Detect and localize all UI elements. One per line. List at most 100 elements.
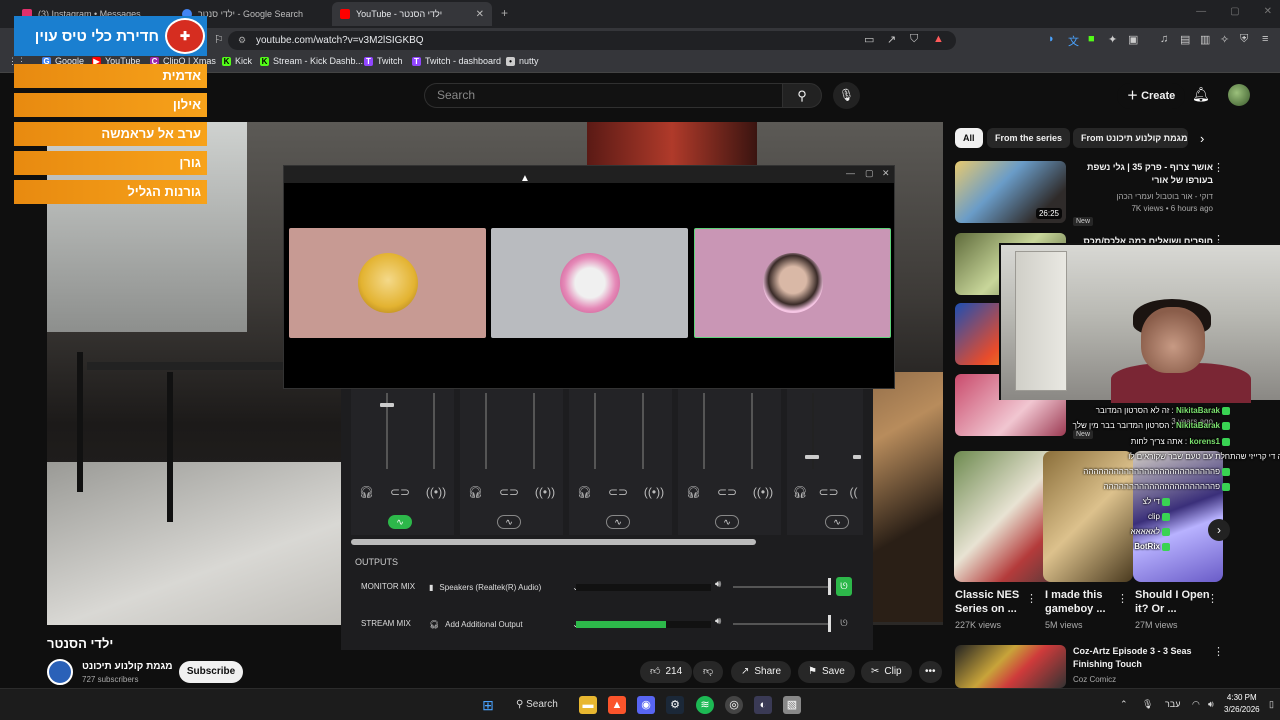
bookmark-nutty[interactable]: • nutty [506,56,539,66]
subscribe-button[interactable]: Subscribe [179,661,243,683]
spotify-icon[interactable]: ≋ [696,696,714,714]
volume-slider-knob[interactable] [828,578,831,595]
fx-toggle[interactable]: ∿ [715,515,739,529]
search-input[interactable]: Search [424,83,782,108]
url-field[interactable]: ⚙ youtube.com/watch?v=v3M2lSIGKBQ [228,31,956,50]
sidebar-icon[interactable]: ▣ [1128,33,1138,46]
steam-icon[interactable]: ⚙ [666,696,684,714]
chip-all[interactable]: All [955,128,983,148]
wallet-icon[interactable]: ▥ [1200,33,1210,46]
fader-track[interactable] [485,393,487,469]
short-title[interactable]: I made this gameboy ... [1045,588,1125,616]
account-avatar[interactable] [1228,84,1250,106]
channel-avatar[interactable] [47,659,73,685]
fx-toggle[interactable]: ∿ [497,515,521,529]
voice-search-button[interactable]: 🎙 [833,82,860,109]
kick-extension-icon[interactable]: ■ [1088,33,1095,45]
mic-tray-icon[interactable]: 🎙 [1142,699,1153,710]
file-explorer-icon[interactable]: ▬ [579,696,597,714]
obs-icon[interactable]: ◎ [725,696,743,714]
dislike-button[interactable]: 👎︎ [693,661,724,683]
fader-track[interactable] [751,393,753,469]
fader-knob[interactable] [380,403,394,407]
video-thumbnail[interactable]: 26:25 [955,161,1066,223]
more-options-icon[interactable]: ⋮ [1213,161,1224,174]
broadcast-icon[interactable]: ((•)) [535,485,555,499]
brave-icon[interactable]: ▲ [608,696,626,714]
fader-track[interactable] [433,393,435,469]
share-button[interactable]: ↗ Share [731,661,792,683]
minimize-icon[interactable]: — [1196,6,1206,17]
clip-button[interactable]: ✂ Clip [861,661,912,683]
tray-overflow-icon[interactable]: ⌃ [1120,699,1128,710]
fader-knob[interactable] [805,455,819,459]
notifications-bell-icon[interactable]: 🔔︎ [1192,86,1210,103]
fader-track[interactable] [533,393,535,469]
fx-toggle[interactable]: ∿ [606,515,630,529]
vpn-icon[interactable]: ⛨ [1240,33,1248,46]
broadcast-icon[interactable]: ((•)) [426,485,446,499]
fader-knob[interactable] [853,455,861,459]
language-indicator[interactable]: עבר [1165,699,1180,709]
puzzle-icon[interactable]: ✦ [1108,33,1117,46]
bookmark-kick[interactable]: K Kick [222,56,252,66]
fader-track[interactable] [642,393,644,469]
volume-slider[interactable] [733,623,829,625]
volume-icon[interactable]: 🔊︎ [715,579,721,590]
output-device-select[interactable]: ▮ Speakers (Realtek(R) Audio) ⌄ [425,578,585,596]
bookmark-star-icon[interactable]: ⚐ [214,33,224,46]
leo-icon[interactable]: ✧ [1220,33,1229,46]
link-icon[interactable]: ⊂⊃ [819,485,839,499]
recommendation-channel[interactable]: Coz Comicz [1073,675,1213,684]
start-icon[interactable]: ⊞ [479,696,497,714]
window-title-bar[interactable]: — ▢ ✕ [284,166,894,183]
headphones-icon[interactable]: 🎧︎ [792,485,807,499]
more-options-icon[interactable]: ⋮ [1207,592,1218,605]
new-tab-button[interactable]: + [501,6,508,20]
output-device-select[interactable]: 🎧︎ Add Additional Output ⌄ [425,615,585,633]
taskbar-search[interactable]: ⚲ Search [508,695,566,715]
more-options-icon[interactable]: ⋮ [1026,592,1037,605]
monitor-toggle-icon[interactable]: ᘎ [836,577,852,596]
site-info-icon[interactable]: ⚙ [238,31,246,50]
video-thumbnail[interactable] [955,645,1066,688]
translate-icon[interactable]: 文 [1068,33,1079,49]
minimize-icon[interactable]: — [846,168,855,178]
close-tab-icon[interactable]: ✕ [476,9,484,20]
more-options-icon[interactable]: ⋮ [1213,645,1224,658]
more-actions-button[interactable]: ••• [919,661,942,683]
short-title[interactable]: Should I Open it? Or ... [1135,588,1215,616]
monitor-toggle-icon[interactable]: ᘎ [836,614,852,633]
volume-icon[interactable]: 🔊︎ [1208,699,1214,710]
broadcast-icon[interactable]: ((•)) [753,485,773,499]
extension-icon[interactable]: ◗ [1048,33,1055,45]
bookmark-kick-dashboard[interactable]: K Stream - Kick Dashb... [260,56,363,66]
music-icon[interactable]: ♫ [1160,33,1168,45]
video-call-window[interactable]: — ▢ ✕ ▲ [283,165,895,389]
headphones-icon[interactable]: 🎧︎ [686,485,701,499]
fx-toggle[interactable]: ∿ [388,515,412,529]
headphones-muted-icon[interactable]: 🎧︎ [359,485,374,499]
tab-youtube[interactable]: YouTube - ילדי הסנטר ✕ [332,2,492,26]
headphones-icon[interactable]: 🎧︎ [577,485,592,499]
volume-icon[interactable]: 🔊︎ [715,616,721,627]
shield-icon[interactable]: ⛉ [910,33,918,46]
app-icon[interactable]: ▧ [783,696,801,714]
search-button[interactable]: ⚲ [782,83,822,108]
chips-next-icon[interactable]: › [1200,131,1204,146]
link-icon[interactable]: ⊂⊃ [390,485,410,499]
horizontal-scrollbar[interactable] [351,539,756,545]
link-icon[interactable]: ⊂⊃ [499,485,519,499]
close-window-icon[interactable]: ✕ [1264,6,1272,17]
channel-name[interactable]: מגמת קולנוע תיכונט [82,661,173,672]
maximize-icon[interactable]: ▢ [865,168,874,179]
discord-icon[interactable]: ◉ [637,696,655,714]
close-icon[interactable]: ✕ [882,168,890,179]
more-options-icon[interactable]: ⋮ [1117,592,1128,605]
brave-rewards-icon[interactable]: ▲ [933,33,944,45]
system-clock[interactable]: 4:30 PM 3/26/2026 [1224,692,1260,716]
share-icon[interactable]: ↗ [887,33,896,46]
fader-track[interactable] [594,393,596,469]
chip-from-series[interactable]: From the series [987,128,1071,148]
cast-icon[interactable]: ▭ [864,33,874,46]
